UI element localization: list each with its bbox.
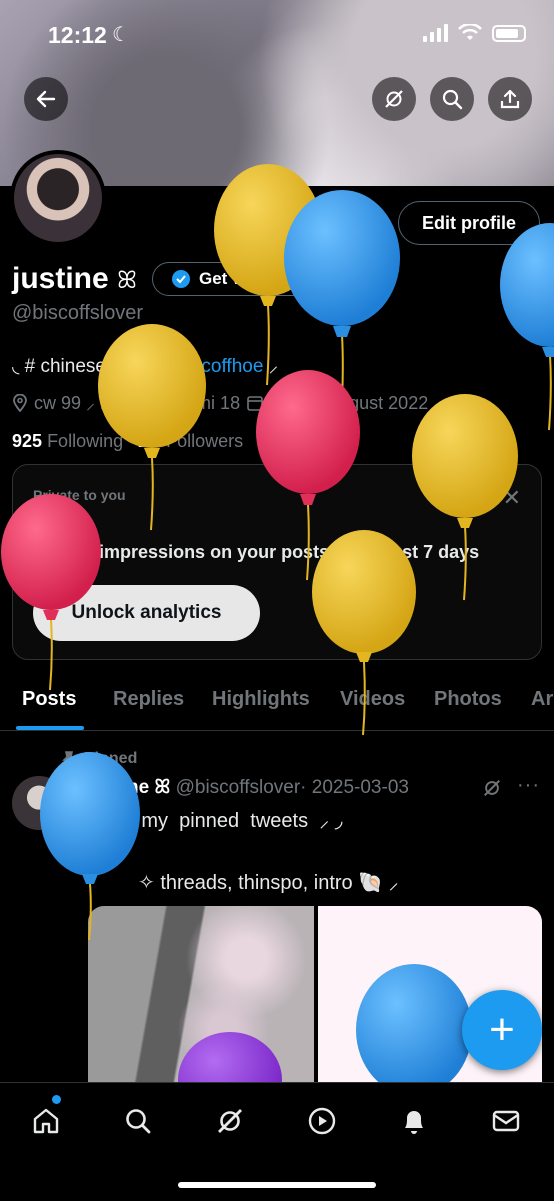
follow-stats: 925 Following 2K Followers [12, 431, 243, 452]
calendar-icon [247, 396, 263, 411]
profile-name: justine ꕤ [12, 262, 137, 295]
pinned-label: Pinned [62, 750, 137, 768]
tweet-media-image-1[interactable] [88, 906, 314, 1082]
tweet-author-handle: @biscoffslover [175, 777, 301, 798]
profile-meta: cw 99 ⸝ lbmi 16 ⸝ cbmi 18 Joined August … [12, 391, 428, 415]
card-label: Private to you [33, 487, 126, 503]
tweet-grok-button[interactable] [482, 778, 502, 803]
tweet-text-line-1: ⸝ ⸝ my pinned tweets ⸝ ◞ [88, 810, 343, 832]
back-arrow-icon [36, 90, 56, 108]
tweet-avatar[interactable] [12, 776, 66, 830]
profile-handle: @biscoffslover [12, 302, 144, 324]
nav-video[interactable] [302, 1101, 342, 1141]
compose-post-button[interactable]: + [462, 990, 542, 1070]
nav-messages[interactable] [486, 1101, 526, 1141]
balloon-blue [500, 223, 554, 431]
analytics-card: Private to you ✕ 10K impressions on your… [12, 464, 542, 660]
followers-link[interactable]: 2K Followers [138, 431, 243, 451]
tab-photos[interactable]: Photos [434, 688, 502, 711]
profile-tabs: Posts Replies Highlights Videos Photos A… [0, 670, 554, 731]
more-options-icon[interactable]: ··· [517, 774, 540, 797]
edit-profile-button[interactable]: Edit profile [398, 201, 540, 245]
profile-location: cw 99 ⸝ lbmi 16 ⸝ cbmi 18 [34, 393, 241, 413]
wifi-icon [458, 24, 482, 40]
search-button[interactable] [430, 77, 474, 121]
tab-videos[interactable]: Videos [340, 688, 405, 711]
grok-icon [218, 1109, 242, 1133]
close-icon[interactable]: ✕ [503, 485, 521, 511]
tweet-author-name[interactable]: justine ꕤ [88, 777, 170, 798]
grok-icon [484, 780, 500, 796]
grok-button[interactable] [372, 77, 416, 121]
status-icons [423, 24, 526, 42]
home-indicator[interactable] [178, 1182, 376, 1188]
home-icon [33, 1108, 59, 1134]
nav-grok[interactable] [210, 1101, 250, 1141]
nav-home[interactable] [26, 1101, 66, 1141]
location-icon [13, 394, 27, 412]
balloon-blue [284, 190, 400, 421]
unlock-analytics-button[interactable]: Unlock analytics [33, 585, 260, 641]
share-icon [500, 89, 520, 109]
name-symbol: ꕤ [117, 267, 137, 294]
tweet-date: · 2025-03-03 [300, 777, 409, 798]
notifications-icon [405, 1111, 423, 1134]
profile-avatar[interactable] [10, 150, 106, 246]
moon-icon: ☾ [112, 24, 130, 46]
impressions-text: 10K impressions on your posts in the las… [35, 542, 479, 563]
search-icon [126, 1109, 151, 1134]
signal-icon [423, 24, 448, 42]
following-link[interactable]: 925 Following [12, 431, 123, 451]
status-time: 12:12 [48, 22, 107, 48]
nav-notifications[interactable] [394, 1101, 434, 1141]
tab-replies[interactable]: Replies [113, 688, 184, 711]
share-button[interactable] [488, 77, 532, 121]
get-verified-button[interactable]: Get verified [152, 262, 322, 296]
messages-icon [492, 1110, 520, 1132]
back-button[interactable] [24, 77, 68, 121]
tweet-text-line-2: ✧ threads, thinspo, intro 🐚 ⸝ [88, 872, 399, 894]
tweet-header: justine ꕤ @biscoffslover· 2025-03-03 [88, 777, 409, 799]
search-icon [442, 89, 463, 110]
notification-dot [52, 1095, 61, 1104]
tab-posts[interactable]: Posts [22, 688, 76, 711]
bio-mention-link[interactable]: @biscoffhoe [158, 356, 264, 377]
grok-icon [385, 90, 403, 108]
battery-icon [492, 24, 526, 42]
active-tab-indicator [16, 726, 84, 730]
verified-badge-icon [172, 270, 190, 288]
tab-articles[interactable]: Ar [531, 688, 553, 711]
profile-bio: ◟ # chinese ♡ ︰ @biscoffhoe ⸝ [12, 356, 279, 377]
arrow-up-icon [37, 543, 51, 559]
nav-search[interactable] [118, 1101, 158, 1141]
profile-joined: Joined August 2022 [270, 392, 429, 413]
video-icon [308, 1107, 336, 1135]
tab-highlights[interactable]: Highlights [212, 688, 310, 711]
pin-icon [62, 751, 76, 766]
